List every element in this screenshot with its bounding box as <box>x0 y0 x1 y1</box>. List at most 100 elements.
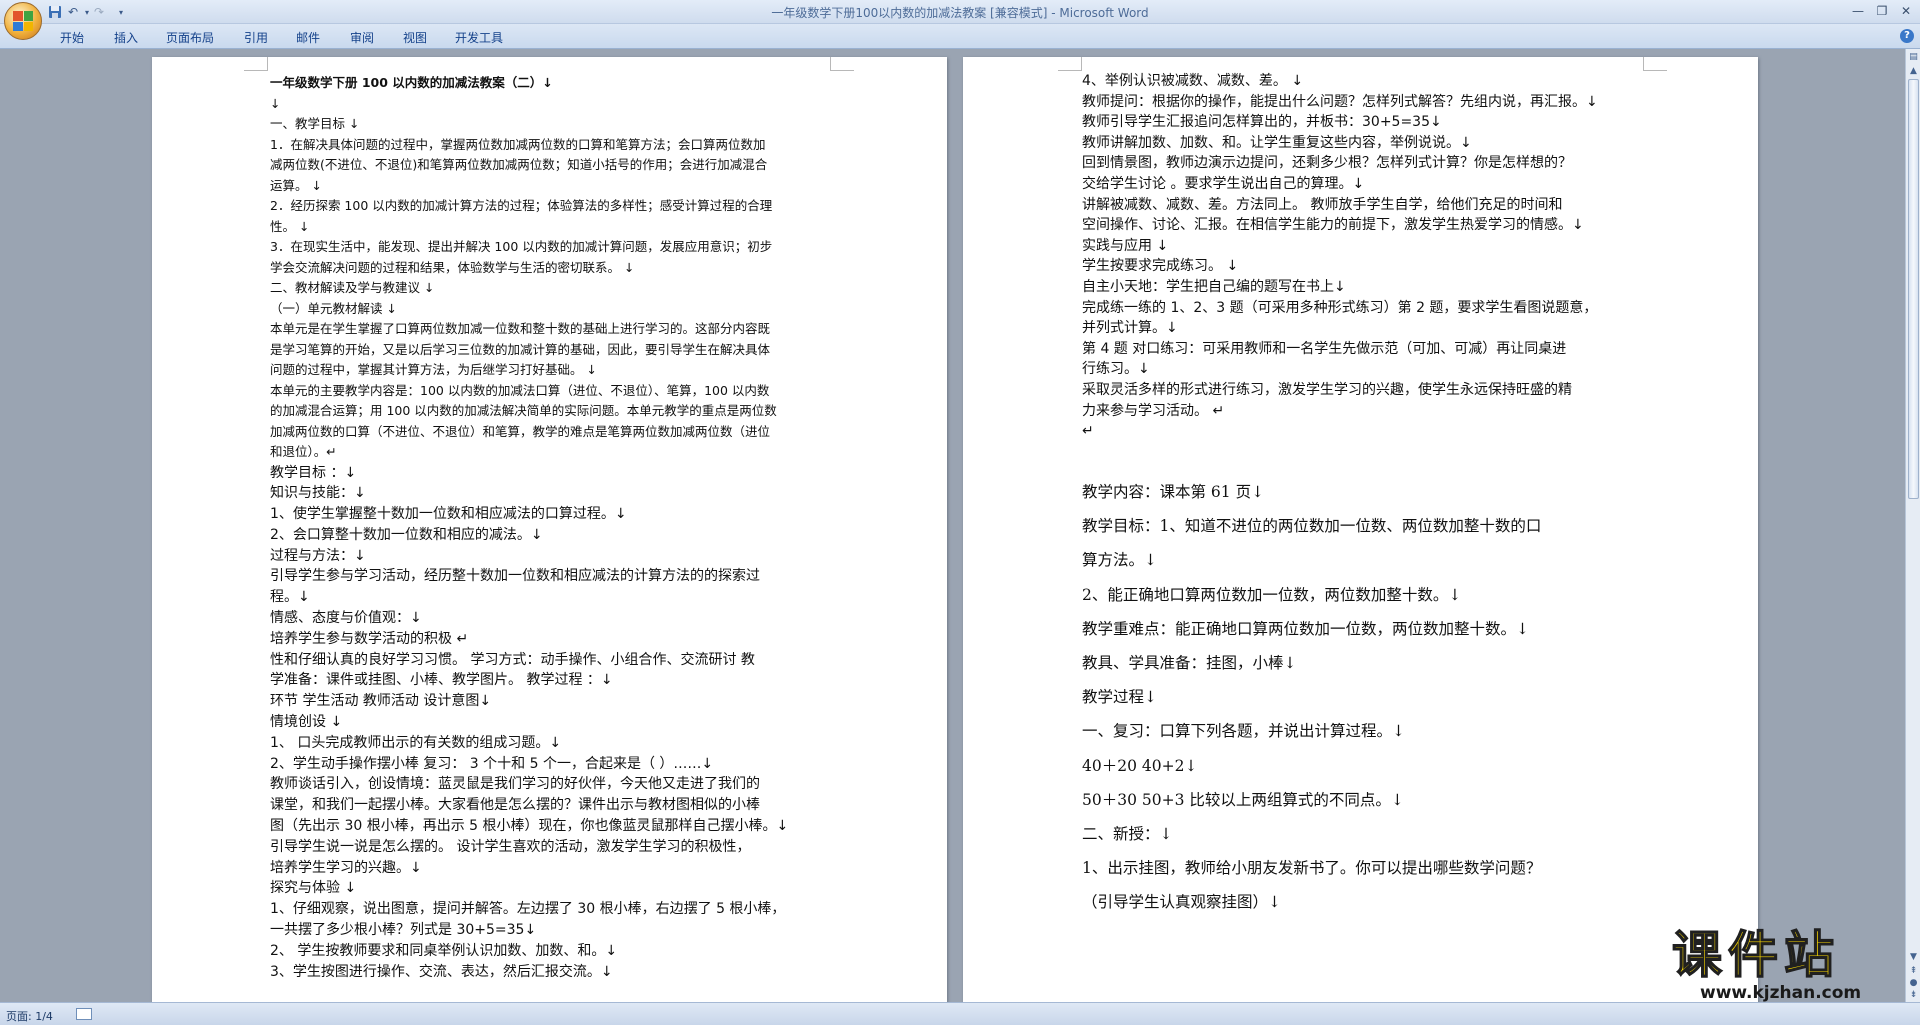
text-line: 环节 学生活动 教师活动 设计意图↓ <box>270 693 492 710</box>
text-line: 1、 口头完成教师出示的有关数的组成习题。↓ <box>270 734 562 751</box>
margin-mark <box>1058 57 1082 71</box>
text-line: 1．在解决具体问题的过程中，掌握两位数加减两位数的口算和笔算方法；会口算两位数加 <box>270 136 766 152</box>
text-line: 图（先出示 30 根小棒，再出示 5 根小棒）现在，你也像蓝灵鼠那样自己摆小棒。… <box>270 818 789 835</box>
text-line: 教师提问：根据你的操作，能提出什么问题？怎样列式解答？先组内说，再汇报。↓ <box>1082 93 1598 110</box>
office-logo-icon <box>13 11 33 31</box>
text-line: 50＋30 50+3 比较以上两组算式的不同点。↓ <box>1082 790 1404 809</box>
text-line: 和退位）。↵ <box>270 444 337 459</box>
text-line: 1、出示挂图，教师给小朋友发新书了。你可以提出哪些数学问题？ <box>1082 859 1542 878</box>
document-workspace: 一年级数学下册 100 以内数的加减法教案（二）↓ ↓ 一、教学目标 ↓ 1．在解决具… <box>0 49 1905 1002</box>
tab-review[interactable]: 审阅 <box>350 29 374 46</box>
text-line: 力来参与学习活动。 ↵ <box>1082 402 1225 419</box>
text-line: 2、 学生按教师要求和同桌举例认识加数、加数、和。↓ <box>270 942 618 959</box>
proofing-icon[interactable] <box>76 1008 92 1020</box>
restore-icon[interactable]: ❐ <box>1870 2 1894 20</box>
text-line: 1、仔细观察，说出图意，提问并解答。左边摆了 30 根小棒，右边摆了 5 根小棒… <box>270 901 786 918</box>
page-1-text: 一年级数学下册 100 以内数的加减法教案（二）↓ ↓ 一、教学目标 ↓ 1．在解决具… <box>270 73 830 982</box>
document-page-2[interactable]: 4、举例认识被减数、减数、差。 ↓ 教师提问：根据你的操作，能提出什么问题？怎样列… <box>963 57 1758 1002</box>
margin-mark <box>244 57 268 71</box>
text-line: 学生按要求完成练习。 ↓ <box>1082 258 1239 275</box>
text-line: 2．经历探索 100 以内数的加减计算方法的过程；体验算法的多样性；感受计算过程… <box>270 198 773 213</box>
text-line: 情境创设 ↓ <box>270 714 343 731</box>
tab-references[interactable]: 引用 <box>244 29 268 46</box>
text-line: 自主小天地：学生把自己编的题写在书上↓ <box>1082 278 1346 295</box>
text-line: 引导学生参与学习活动，经历整十数加一位数和相应减法的计算方法的的探索过 <box>270 568 760 585</box>
text-line: 引导学生说一说是怎么摆的。 设计学生喜欢的活动，激发学生学习的积极性， <box>270 838 751 855</box>
app-name: Microsoft Word <box>1059 6 1149 20</box>
text-line: 空间操作、讨论、汇报。在相信学生能力的前提下，激发学生热爱学习的情感。↓ <box>1082 217 1584 234</box>
tab-insert[interactable]: 插入 <box>114 29 138 46</box>
text-line: 回到情景图，教师边演示边提问，还剩多少根？怎样列式计算？你是怎样想的？ <box>1082 155 1572 172</box>
tab-home[interactable]: 开始 <box>60 29 84 46</box>
text-line: 一、复习：口算下列各题，并说出计算过程。↓ <box>1082 722 1405 741</box>
text-line: 的加减混合运算；用 100 以内数的加减法解决简单的实际问题。本单元教学的重点是… <box>270 403 777 418</box>
page-indicator[interactable]: 页面: 1/4 <box>6 1008 53 1024</box>
text-line: 40＋20 40+2↓ <box>1082 756 1198 775</box>
text-line: （一）单元教材解读 ↓ <box>270 300 397 316</box>
margin-mark <box>830 57 854 71</box>
text-line: 教具、学具准备：挂图，小棒↓ <box>1082 654 1297 673</box>
minimize-icon[interactable]: — <box>1846 2 1870 20</box>
text-line: 4、举例认识被减数、减数、差。 ↓ <box>1082 73 1304 89</box>
text-line: ↵ <box>1082 423 1094 440</box>
tab-view[interactable]: 视图 <box>403 29 427 46</box>
window-title: 一年级数学下册100以内数的加减法教案 [兼容模式] - Microsoft W… <box>0 4 1920 21</box>
ruler-toggle-icon[interactable]: ▤ <box>1908 51 1919 63</box>
status-bar: 页面: 1/4 <box>0 1002 1920 1025</box>
text-line: 运算。 ↓ <box>270 177 322 193</box>
text-line: 一年级数学下册 100 以内数的加减法教案（二）↓ <box>270 75 553 90</box>
watermark-logo: 课件站 www.kjzhan.com <box>1666 925 1916 1005</box>
text-line: （引导学生认真观察挂图）↓ <box>1082 893 1281 912</box>
text-line: 情感、态度与价值观：↓ <box>270 610 422 627</box>
text-line: 学会交流解决问题的过程和结果，体验数学与生活的密切联系。 ↓ <box>270 259 635 275</box>
help-icon[interactable]: ? <box>1900 29 1914 43</box>
text-line: 加减两位数的口算（不进位、不退位）和笔算，教学的难点是笔算两位数加减两位数（进位 <box>270 423 771 439</box>
text-line: 教学内容：课本第 61 页↓ <box>1082 483 1265 501</box>
watermark-url: www.kjzhan.com <box>1700 983 1862 1003</box>
text-line: 并列式计算。↓ <box>1082 320 1178 337</box>
ribbon-tab-bar: 开始 插入 页面布局 引用 邮件 审阅 视图 开发工具 <box>0 24 1920 49</box>
text-line: 课堂，和我们一起摆小棒。大家看他是怎么摆的？课件出示与教材图相似的小棒 <box>270 797 760 814</box>
text-line: 实践与应用 ↓ <box>1082 237 1169 254</box>
document-page-1[interactable]: 一年级数学下册 100 以内数的加减法教案（二）↓ ↓ 一、教学目标 ↓ 1．在解决具… <box>152 57 947 1002</box>
text-line: 性和仔细认真的良好学习习惯。 学习方式：动手操作、小组合作、交流研讨 教 <box>270 651 755 668</box>
text-line: 教师引导学生汇报追问怎样算出的，并板书：30+5=35↓ <box>1082 114 1442 131</box>
text-line: 培养学生学习的兴趣。↓ <box>270 859 422 876</box>
text-line: 讲解被减数、减数、差。方法同上。 教师放手学生自学，给他们充足的时间和 <box>1082 196 1563 213</box>
text-line: ↓ <box>270 95 281 111</box>
text-line: 一共摆了多少根小棒？列式是 30+5=35↓ <box>270 922 537 939</box>
text-line: 采取灵活多样的形式进行练习，激发学生学习的兴趣，使学生永远保持旺盛的精 <box>1082 381 1572 398</box>
text-line: 二、新授：↓ <box>1082 825 1173 844</box>
text-line: 1、使学生掌握整十数加一位数和相应减法的口算过程。↓ <box>270 506 627 523</box>
text-line: 学准备：课件或挂图、小棒、教学图片。 教学过程 ：↓ <box>270 672 613 689</box>
text-line: 2、会口算整十数加一位数和相应的减法。↓ <box>270 526 543 543</box>
watermark-text: 课件站 <box>1671 925 1840 985</box>
text-line: 二、教材解读及学与教建议 ↓ <box>270 280 435 295</box>
office-button[interactable] <box>4 2 42 40</box>
tab-page-layout[interactable]: 页面布局 <box>166 29 214 46</box>
margin-mark <box>1643 57 1667 71</box>
vertical-scrollbar[interactable]: ▤ ▲ ▼ ⇞ ● ⇟ <box>1905 49 1920 1002</box>
scroll-up-icon[interactable]: ▲ <box>1908 65 1919 77</box>
text-line: 本单元的主要教学内容是：100 以内数的加减法口算（进位、不退位）、笔算，100… <box>270 382 770 398</box>
close-icon[interactable]: ✕ <box>1894 2 1918 20</box>
text-line: 2、能正确地口算两位数加一位数，两位数加整十数。↓ <box>1082 585 1462 604</box>
text-line: 程。↓ <box>270 589 310 606</box>
text-line: 知识与技能：↓ <box>270 485 366 502</box>
text-line: 本单元是在学生掌握了口算两位数加减一位数和整十数的基础上进行学习的。这部分内容既 <box>270 321 771 336</box>
text-line: 行练习。↓ <box>1082 361 1150 378</box>
scroll-thumb[interactable] <box>1908 79 1919 499</box>
text-line: 一、教学目标 ↓ <box>270 116 360 131</box>
text-line: 性。 ↓ <box>270 218 310 234</box>
text-line: 第 4 题 对口练习：可采用教师和一名学生先做示范（可加、可减）再让同桌进 <box>1082 340 1567 357</box>
text-line: 减两位数(不进位、不退位)和笔算两位数加减两位数；知道小括号的作用；会进行加减混… <box>270 157 768 172</box>
text-line: 探究与体验 ↓ <box>270 880 357 897</box>
text-line: 3、学生按图进行操作、交流、表达，然后汇报交流。↓ <box>270 963 613 980</box>
text-line: 完成练一练的 1、2、3 题（可采用多种形式练习）第 2 题，要求学生看图说题意… <box>1082 299 1598 316</box>
text-line: 教师谈话引入，创设情境：蓝灵鼠是我们学习的好伙伴，今天他又走进了我们的 <box>270 776 760 793</box>
document-name: 一年级数学下册100以内数的加减法教案 [兼容模式] - <box>771 6 1060 20</box>
tab-developer[interactable]: 开发工具 <box>455 29 503 46</box>
text-line: 是学习笔算的开始，又是以后学习三位数的加减计算的基础，因此，要引导学生在解决具体 <box>270 341 771 357</box>
tab-mailings[interactable]: 邮件 <box>296 29 320 46</box>
text-line: 过程与方法：↓ <box>270 547 366 564</box>
